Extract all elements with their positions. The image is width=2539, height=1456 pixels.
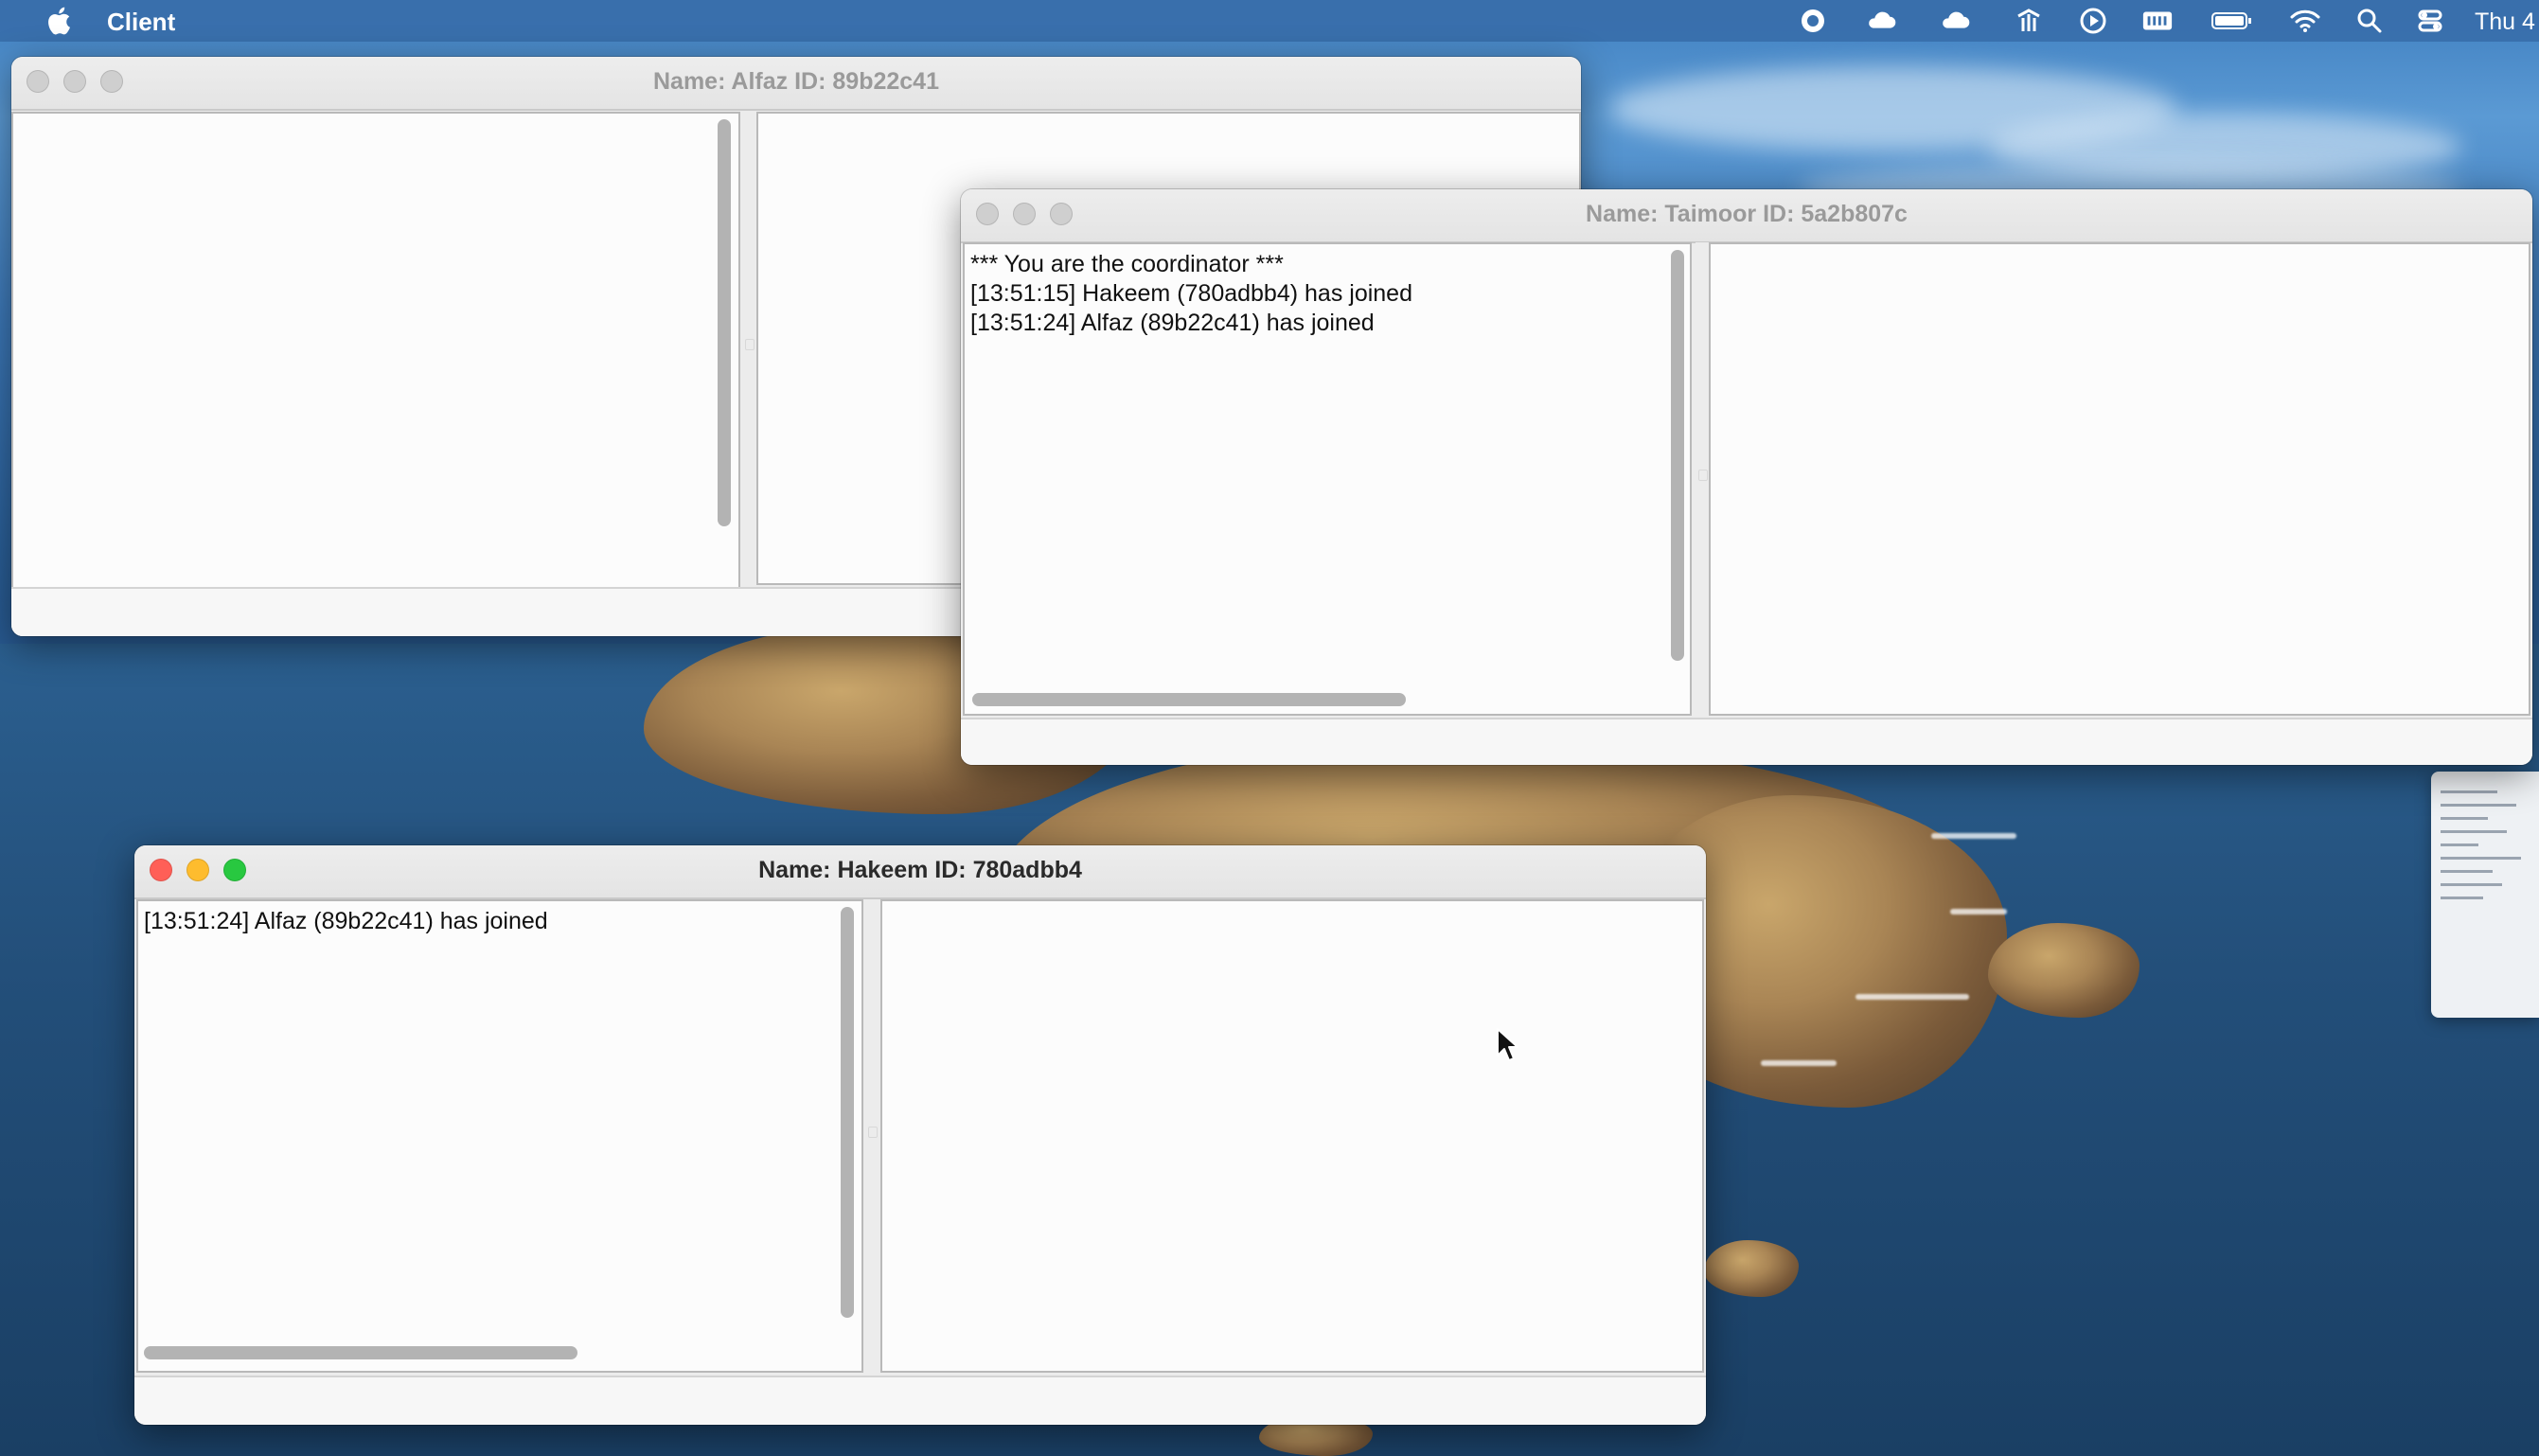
control-center-icon[interactable] [2414, 6, 2446, 36]
horizontal-scrollbar[interactable] [972, 693, 1406, 706]
mouse-cursor-icon [1497, 1028, 1518, 1061]
window-title: Name: Hakeem ID: 780adbb4 [758, 857, 1082, 883]
message-log[interactable]: [13:51:24] Alfaz (89b22c41) has joined [144, 907, 833, 1342]
record-icon[interactable] [1797, 6, 1829, 36]
menubar-clock[interactable]: Thu 4 [2475, 9, 2535, 36]
message-input[interactable] [134, 1376, 1706, 1425]
message-log-pane[interactable] [11, 112, 740, 636]
menu-bar: Client Thu 4 [0, 0, 2539, 42]
member-list-pane[interactable] [880, 899, 1704, 1373]
window-thumbnail[interactable] [2431, 772, 2539, 1018]
window-taimoor[interactable]: Name: Taimoor ID: 5a2b807c *** You are t… [961, 189, 2532, 765]
search-icon[interactable] [2353, 6, 2386, 36]
titlebar[interactable]: Name: Hakeem ID: 780adbb4 [134, 845, 1706, 899]
vertical-scrollbar[interactable] [841, 907, 854, 1318]
split-divider[interactable] [1696, 242, 1709, 716]
window-hakeem[interactable]: Name: Hakeem ID: 780adbb4 [13:51:24] Alf… [134, 845, 1706, 1425]
vertical-scrollbar[interactable] [718, 119, 731, 526]
titlebar[interactable]: Name: Alfaz ID: 89b22c41 [11, 57, 1581, 111]
vertical-scrollbar[interactable] [1671, 250, 1684, 661]
titlebar[interactable]: Name: Taimoor ID: 5a2b807c [961, 189, 2532, 243]
wifi-icon[interactable] [2289, 6, 2321, 36]
antenna-icon[interactable] [2013, 6, 2045, 36]
window-title: Name: Alfaz ID: 89b22c41 [653, 68, 939, 95]
cloud-icon[interactable] [1865, 6, 1897, 36]
app-menu-client[interactable]: Client [107, 8, 175, 37]
member-list-pane[interactable] [1709, 242, 2530, 716]
horizontal-scrollbar[interactable] [144, 1346, 577, 1359]
battery-icon[interactable] [2210, 6, 2253, 36]
message-log[interactable]: *** You are the coordinator *** [13:51:1… [970, 250, 1661, 685]
window-title: Name: Taimoor ID: 5a2b807c [1586, 201, 1908, 227]
message-input[interactable] [961, 718, 2532, 765]
play-icon[interactable] [2077, 6, 2109, 36]
message-log-pane[interactable]: *** You are the coordinator *** [13:51:1… [963, 242, 1692, 716]
apple-icon[interactable] [44, 5, 74, 35]
split-divider[interactable] [742, 112, 755, 585]
keyboard-icon[interactable] [2141, 6, 2174, 36]
message-log[interactable] [19, 119, 710, 610]
message-log-pane[interactable]: [13:51:24] Alfaz (89b22c41) has joined [136, 899, 863, 1373]
cloud-icon[interactable] [1939, 6, 1971, 36]
split-divider[interactable] [865, 899, 879, 1373]
